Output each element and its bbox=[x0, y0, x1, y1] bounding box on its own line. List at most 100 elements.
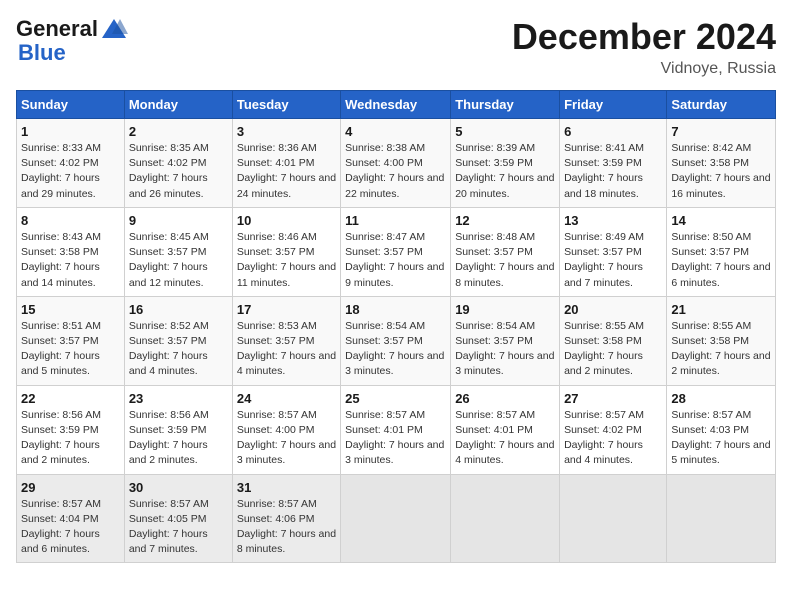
day-number: 15 bbox=[21, 302, 120, 317]
day-number: 6 bbox=[564, 124, 662, 139]
day-info: Sunrise: 8:33 AM Sunset: 4:02 PM Dayligh… bbox=[21, 141, 120, 202]
col-tuesday: Tuesday bbox=[232, 91, 340, 119]
table-row: 12 Sunrise: 8:48 AM Sunset: 3:57 PM Dayl… bbox=[451, 207, 560, 296]
col-thursday: Thursday bbox=[451, 91, 560, 119]
day-info: Sunrise: 8:35 AM Sunset: 4:02 PM Dayligh… bbox=[129, 141, 228, 202]
calendar-week-row: 29 Sunrise: 8:57 AM Sunset: 4:04 PM Dayl… bbox=[17, 474, 776, 563]
day-info: Sunrise: 8:56 AM Sunset: 3:59 PM Dayligh… bbox=[21, 408, 120, 469]
day-info: Sunrise: 8:41 AM Sunset: 3:59 PM Dayligh… bbox=[564, 141, 662, 202]
table-row bbox=[341, 474, 451, 563]
day-number: 10 bbox=[237, 213, 336, 228]
table-row: 23 Sunrise: 8:56 AM Sunset: 3:59 PM Dayl… bbox=[124, 385, 232, 474]
day-number: 20 bbox=[564, 302, 662, 317]
day-info: Sunrise: 8:57 AM Sunset: 4:01 PM Dayligh… bbox=[455, 408, 555, 469]
day-number: 7 bbox=[671, 124, 771, 139]
day-number: 3 bbox=[237, 124, 336, 139]
day-number: 16 bbox=[129, 302, 228, 317]
col-saturday: Saturday bbox=[667, 91, 776, 119]
logo: General Blue bbox=[16, 16, 130, 66]
day-number: 8 bbox=[21, 213, 120, 228]
location: Vidnoye, Russia bbox=[512, 60, 776, 78]
calendar-week-row: 22 Sunrise: 8:56 AM Sunset: 3:59 PM Dayl… bbox=[17, 385, 776, 474]
day-info: Sunrise: 8:54 AM Sunset: 3:57 PM Dayligh… bbox=[455, 319, 555, 380]
table-row: 3 Sunrise: 8:36 AM Sunset: 4:01 PM Dayli… bbox=[232, 119, 340, 208]
day-info: Sunrise: 8:43 AM Sunset: 3:58 PM Dayligh… bbox=[21, 230, 120, 291]
calendar-week-row: 1 Sunrise: 8:33 AM Sunset: 4:02 PM Dayli… bbox=[17, 119, 776, 208]
table-row: 4 Sunrise: 8:38 AM Sunset: 4:00 PM Dayli… bbox=[341, 119, 451, 208]
table-row: 1 Sunrise: 8:33 AM Sunset: 4:02 PM Dayli… bbox=[17, 119, 125, 208]
table-row: 22 Sunrise: 8:56 AM Sunset: 3:59 PM Dayl… bbox=[17, 385, 125, 474]
day-info: Sunrise: 8:51 AM Sunset: 3:57 PM Dayligh… bbox=[21, 319, 120, 380]
day-info: Sunrise: 8:55 AM Sunset: 3:58 PM Dayligh… bbox=[671, 319, 771, 380]
table-row: 18 Sunrise: 8:54 AM Sunset: 3:57 PM Dayl… bbox=[341, 296, 451, 385]
day-number: 9 bbox=[129, 213, 228, 228]
table-row bbox=[451, 474, 560, 563]
table-row bbox=[667, 474, 776, 563]
day-number: 24 bbox=[237, 391, 336, 406]
day-info: Sunrise: 8:57 AM Sunset: 4:01 PM Dayligh… bbox=[345, 408, 446, 469]
day-number: 25 bbox=[345, 391, 446, 406]
day-info: Sunrise: 8:55 AM Sunset: 3:58 PM Dayligh… bbox=[564, 319, 662, 380]
day-info: Sunrise: 8:54 AM Sunset: 3:57 PM Dayligh… bbox=[345, 319, 446, 380]
day-info: Sunrise: 8:36 AM Sunset: 4:01 PM Dayligh… bbox=[237, 141, 336, 202]
table-row: 29 Sunrise: 8:57 AM Sunset: 4:04 PM Dayl… bbox=[17, 474, 125, 563]
day-number: 21 bbox=[671, 302, 771, 317]
day-number: 2 bbox=[129, 124, 228, 139]
weekday-header-row: Sunday Monday Tuesday Wednesday Thursday… bbox=[17, 91, 776, 119]
day-info: Sunrise: 8:57 AM Sunset: 4:02 PM Dayligh… bbox=[564, 408, 662, 469]
day-number: 23 bbox=[129, 391, 228, 406]
calendar-table: Sunday Monday Tuesday Wednesday Thursday… bbox=[16, 90, 776, 563]
day-number: 30 bbox=[129, 480, 228, 495]
day-number: 29 bbox=[21, 480, 120, 495]
day-info: Sunrise: 8:47 AM Sunset: 3:57 PM Dayligh… bbox=[345, 230, 446, 291]
day-info: Sunrise: 8:52 AM Sunset: 3:57 PM Dayligh… bbox=[129, 319, 228, 380]
col-wednesday: Wednesday bbox=[341, 91, 451, 119]
calendar-week-row: 15 Sunrise: 8:51 AM Sunset: 3:57 PM Dayl… bbox=[17, 296, 776, 385]
day-number: 14 bbox=[671, 213, 771, 228]
table-row: 19 Sunrise: 8:54 AM Sunset: 3:57 PM Dayl… bbox=[451, 296, 560, 385]
day-number: 17 bbox=[237, 302, 336, 317]
day-number: 31 bbox=[237, 480, 336, 495]
title-area: December 2024 Vidnoye, Russia bbox=[512, 16, 776, 78]
day-info: Sunrise: 8:57 AM Sunset: 4:05 PM Dayligh… bbox=[129, 497, 228, 558]
day-info: Sunrise: 8:57 AM Sunset: 4:03 PM Dayligh… bbox=[671, 408, 771, 469]
table-row: 11 Sunrise: 8:47 AM Sunset: 3:57 PM Dayl… bbox=[341, 207, 451, 296]
table-row: 28 Sunrise: 8:57 AM Sunset: 4:03 PM Dayl… bbox=[667, 385, 776, 474]
day-info: Sunrise: 8:50 AM Sunset: 3:57 PM Dayligh… bbox=[671, 230, 771, 291]
page-header: General Blue December 2024 Vidnoye, Russ… bbox=[16, 16, 776, 78]
day-number: 19 bbox=[455, 302, 555, 317]
calendar-week-row: 8 Sunrise: 8:43 AM Sunset: 3:58 PM Dayli… bbox=[17, 207, 776, 296]
table-row: 5 Sunrise: 8:39 AM Sunset: 3:59 PM Dayli… bbox=[451, 119, 560, 208]
day-number: 5 bbox=[455, 124, 555, 139]
day-info: Sunrise: 8:45 AM Sunset: 3:57 PM Dayligh… bbox=[129, 230, 228, 291]
day-info: Sunrise: 8:42 AM Sunset: 3:58 PM Dayligh… bbox=[671, 141, 771, 202]
day-info: Sunrise: 8:57 AM Sunset: 4:00 PM Dayligh… bbox=[237, 408, 336, 469]
day-number: 18 bbox=[345, 302, 446, 317]
day-number: 11 bbox=[345, 213, 446, 228]
table-row: 27 Sunrise: 8:57 AM Sunset: 4:02 PM Dayl… bbox=[560, 385, 667, 474]
table-row: 25 Sunrise: 8:57 AM Sunset: 4:01 PM Dayl… bbox=[341, 385, 451, 474]
table-row: 6 Sunrise: 8:41 AM Sunset: 3:59 PM Dayli… bbox=[560, 119, 667, 208]
table-row: 15 Sunrise: 8:51 AM Sunset: 3:57 PM Dayl… bbox=[17, 296, 125, 385]
day-number: 27 bbox=[564, 391, 662, 406]
table-row: 20 Sunrise: 8:55 AM Sunset: 3:58 PM Dayl… bbox=[560, 296, 667, 385]
table-row: 10 Sunrise: 8:46 AM Sunset: 3:57 PM Dayl… bbox=[232, 207, 340, 296]
day-info: Sunrise: 8:56 AM Sunset: 3:59 PM Dayligh… bbox=[129, 408, 228, 469]
table-row: 17 Sunrise: 8:53 AM Sunset: 3:57 PM Dayl… bbox=[232, 296, 340, 385]
day-number: 4 bbox=[345, 124, 446, 139]
day-info: Sunrise: 8:53 AM Sunset: 3:57 PM Dayligh… bbox=[237, 319, 336, 380]
table-row bbox=[560, 474, 667, 563]
day-info: Sunrise: 8:49 AM Sunset: 3:57 PM Dayligh… bbox=[564, 230, 662, 291]
day-number: 12 bbox=[455, 213, 555, 228]
day-info: Sunrise: 8:39 AM Sunset: 3:59 PM Dayligh… bbox=[455, 141, 555, 202]
day-number: 26 bbox=[455, 391, 555, 406]
day-number: 13 bbox=[564, 213, 662, 228]
col-friday: Friday bbox=[560, 91, 667, 119]
table-row: 7 Sunrise: 8:42 AM Sunset: 3:58 PM Dayli… bbox=[667, 119, 776, 208]
col-sunday: Sunday bbox=[17, 91, 125, 119]
table-row: 31 Sunrise: 8:57 AM Sunset: 4:06 PM Dayl… bbox=[232, 474, 340, 563]
day-info: Sunrise: 8:38 AM Sunset: 4:00 PM Dayligh… bbox=[345, 141, 446, 202]
table-row: 30 Sunrise: 8:57 AM Sunset: 4:05 PM Dayl… bbox=[124, 474, 232, 563]
table-row: 21 Sunrise: 8:55 AM Sunset: 3:58 PM Dayl… bbox=[667, 296, 776, 385]
table-row: 9 Sunrise: 8:45 AM Sunset: 3:57 PM Dayli… bbox=[124, 207, 232, 296]
